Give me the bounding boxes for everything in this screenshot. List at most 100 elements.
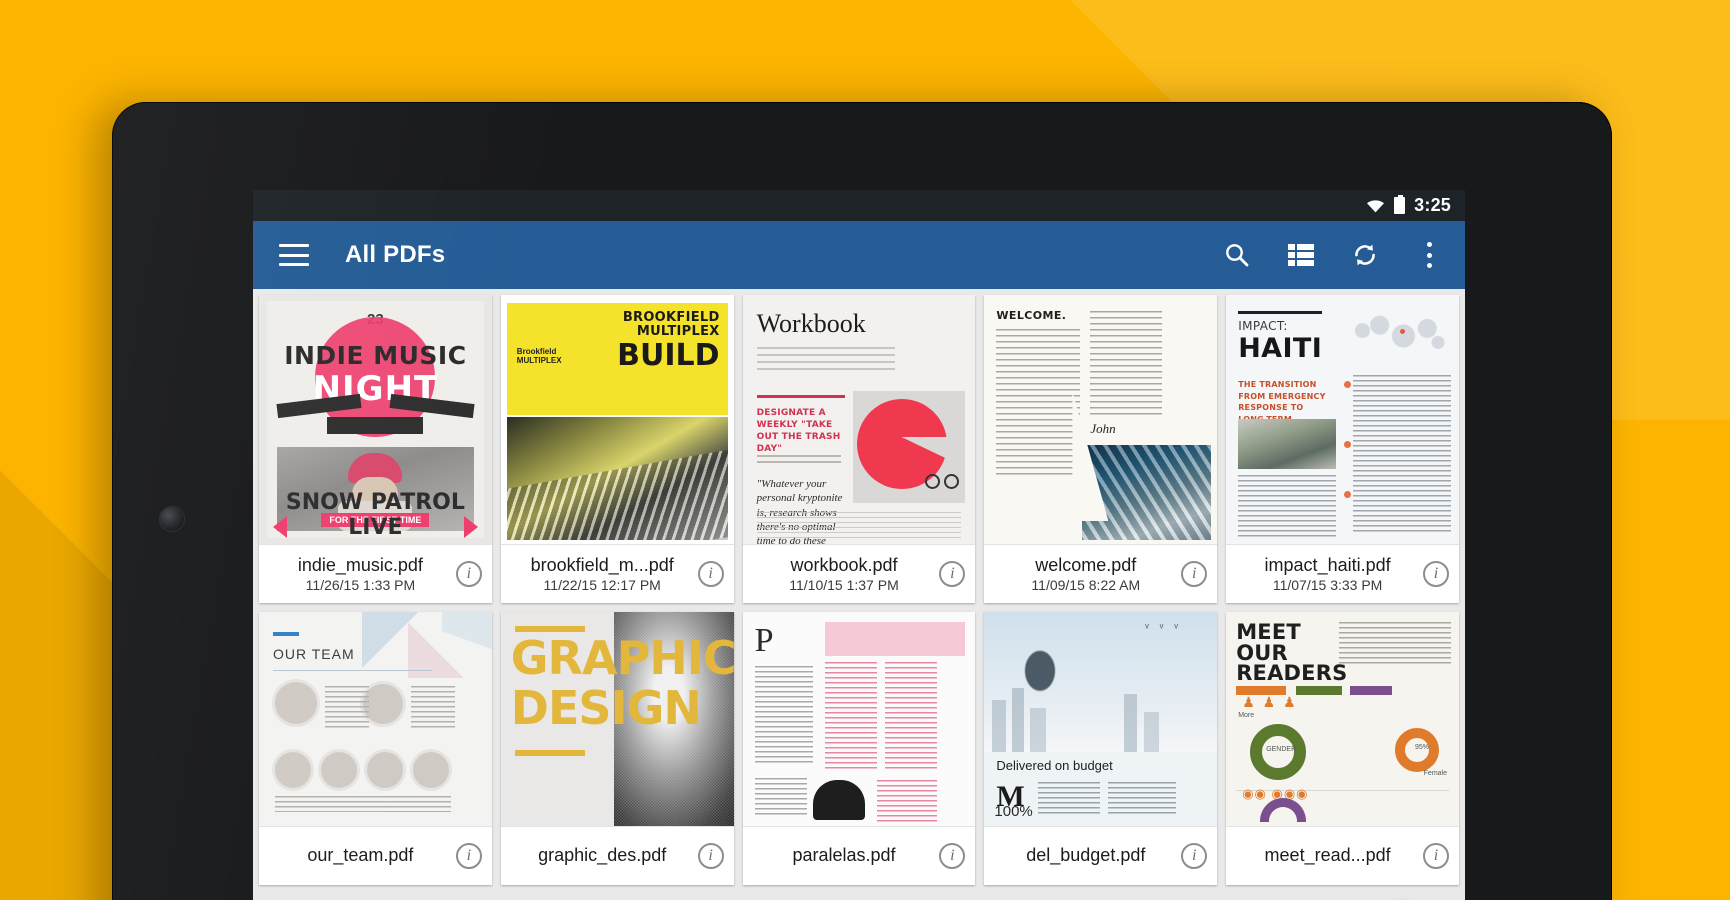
document-caption: graphic_des.pdf i bbox=[501, 827, 734, 885]
app-bar: All PDFs bbox=[253, 221, 1465, 289]
thumb-text: More bbox=[1238, 712, 1255, 719]
thumb-text: 100% bbox=[994, 803, 1033, 820]
document-caption: brookfield_m...pdf 11/22/15 12:17 PM i bbox=[501, 545, 734, 603]
document-date: 11/07/15 3:33 PM bbox=[1272, 576, 1383, 593]
thumb-text: MULTIPLEX bbox=[516, 356, 562, 366]
document-name: impact_haiti.pdf bbox=[1264, 555, 1391, 576]
document-thumbnail[interactable]: ᵛ ᵛ ᵛ Delivered on budget M 100% bbox=[984, 612, 1218, 827]
document-card[interactable]: Workbook DESIGNATE A WEEKLY "TAKE OUT TH… bbox=[742, 295, 976, 603]
info-icon[interactable]: i bbox=[697, 843, 724, 869]
info-icon[interactable]: i bbox=[1181, 561, 1208, 587]
document-name: workbook.pdf bbox=[790, 555, 898, 576]
document-caption: del_budget.pdf i bbox=[984, 827, 1217, 885]
tablet-device-frame: 3:25 All PDFs INDIE MUSIC NIGHT FOR THE … bbox=[112, 102, 1612, 900]
document-name: graphic_des.pdf bbox=[538, 845, 667, 866]
thumb-text: P bbox=[754, 622, 774, 659]
thumb-text: DESIGNATE A WEEKLY "TAKE OUT THE TRASH D… bbox=[756, 408, 841, 455]
thumb-text: 95% bbox=[1414, 744, 1429, 751]
document-caption: impact_haiti.pdf 11/07/15 3:33 PM i bbox=[1226, 545, 1459, 603]
document-card[interactable]: IMPACT: HAITI THE TRANSITION FROM EMERGE… bbox=[1226, 295, 1459, 603]
document-thumbnail[interactable]: OUR TEAM bbox=[259, 612, 492, 827]
thumb-text: Brookfield bbox=[516, 347, 557, 356]
document-caption: workbook.pdf 11/10/15 1:37 PM i bbox=[743, 545, 976, 603]
info-icon[interactable]: i bbox=[1423, 561, 1449, 587]
document-card[interactable]: WELCOME. John welcome.pdf 11/09/15 8:22 … bbox=[984, 295, 1218, 603]
document-date: 11/10/15 1:37 PM bbox=[789, 576, 899, 593]
thumb-text: BUILD bbox=[617, 338, 720, 374]
document-date: 11/26/15 1:33 PM bbox=[305, 576, 416, 593]
document-grid-row-2: OUR TEAM our_team.pdf i GRAPHIC DESIGN g… bbox=[259, 612, 1459, 885]
document-thumbnail[interactable]: WELCOME. John bbox=[984, 295, 1218, 545]
document-name: welcome.pdf bbox=[1035, 555, 1137, 576]
status-bar-clock: 3:25 bbox=[1414, 195, 1451, 215]
device-screen: 3:25 All PDFs INDIE MUSIC NIGHT FOR THE … bbox=[253, 190, 1465, 900]
document-caption: indie_music.pdf 11/26/15 1:33 PM i bbox=[259, 545, 492, 603]
thumb-text: HAITI bbox=[1238, 333, 1323, 364]
status-bar: 3:25 bbox=[253, 190, 1465, 221]
thumb-text: GENDER bbox=[1266, 746, 1297, 753]
document-card[interactable]: P paralelas.pdf i bbox=[742, 612, 976, 885]
thumb-decoration: ᵛ ᵛ ᵛ bbox=[1145, 622, 1182, 634]
battery-icon bbox=[1394, 195, 1406, 214]
document-card[interactable]: MEET OUR READERS ♟ ♟ ♟ GENDER 95% Female… bbox=[1226, 612, 1459, 885]
document-name: del_budget.pdf bbox=[1026, 845, 1146, 866]
document-date: 11/22/15 12:17 PM bbox=[543, 576, 661, 593]
thumb-text: SNOW PATROL LIVE bbox=[285, 490, 465, 540]
thumb-text: GRAPHIC bbox=[510, 631, 734, 685]
document-thumbnail[interactable]: MEET OUR READERS ♟ ♟ ♟ GENDER 95% Female… bbox=[1226, 612, 1459, 827]
thumb-text: BROOKFIELD bbox=[622, 310, 720, 325]
document-thumbnail[interactable]: GRAPHIC DESIGN bbox=[500, 612, 734, 827]
app-bar-actions bbox=[1223, 241, 1443, 269]
thumb-text: MEET bbox=[1236, 620, 1301, 644]
document-caption: meet_read...pdf i bbox=[1226, 827, 1459, 885]
thumb-text: MULTIPLEX bbox=[636, 323, 720, 339]
thumb-text: INDIE MUSIC bbox=[284, 341, 467, 370]
thumb-text: OUR TEAM bbox=[273, 646, 355, 662]
thumb-text: DESIGN bbox=[510, 681, 702, 735]
document-name: paralelas.pdf bbox=[792, 845, 896, 866]
document-card[interactable]: ᵛ ᵛ ᵛ Delivered on budget M 100% del_bud… bbox=[984, 612, 1218, 885]
search-icon[interactable] bbox=[1223, 241, 1251, 269]
document-thumbnail[interactable]: BROOKFIELD MULTIPLEX BUILD Brookfield MU… bbox=[500, 295, 734, 545]
sync-icon[interactable] bbox=[1351, 241, 1379, 269]
info-icon[interactable]: i bbox=[1423, 843, 1449, 869]
document-name: brookfield_m...pdf bbox=[530, 555, 674, 576]
document-caption: welcome.pdf 11/09/15 8:22 AM i bbox=[984, 545, 1217, 603]
document-date: 11/09/15 8:22 AM bbox=[1031, 576, 1141, 593]
page-title: All PDFs bbox=[345, 241, 446, 268]
thumb-text: Workbook bbox=[756, 309, 866, 338]
document-name: our_team.pdf bbox=[307, 845, 414, 866]
document-card[interactable]: 23 INDIE MUSIC NIGHT FOR THE FIRST TIME … bbox=[259, 295, 492, 603]
document-grid-container: 23 INDIE MUSIC NIGHT FOR THE FIRST TIME … bbox=[253, 289, 1465, 900]
wifi-icon bbox=[1366, 199, 1385, 213]
thumb-text: WELCOME. bbox=[996, 309, 1067, 322]
document-thumbnail[interactable]: Workbook DESIGNATE A WEEKLY "TAKE OUT TH… bbox=[742, 295, 976, 545]
list-view-icon[interactable] bbox=[1287, 241, 1315, 269]
document-name: meet_read...pdf bbox=[1264, 845, 1391, 866]
document-caption: our_team.pdf i bbox=[259, 827, 492, 885]
document-caption: paralelas.pdf i bbox=[743, 827, 976, 885]
thumb-text: OUR bbox=[1236, 640, 1288, 665]
document-card[interactable]: OUR TEAM our_team.pdf i bbox=[259, 612, 492, 885]
thumb-text: Delivered on budget bbox=[996, 758, 1113, 773]
thumb-text: John bbox=[1090, 421, 1116, 436]
document-thumbnail[interactable]: P bbox=[742, 612, 976, 827]
info-icon[interactable]: i bbox=[1181, 843, 1208, 869]
info-icon[interactable]: i bbox=[697, 561, 724, 587]
info-icon[interactable]: i bbox=[455, 843, 482, 869]
info-icon[interactable]: i bbox=[939, 843, 966, 869]
document-card[interactable]: BROOKFIELD MULTIPLEX BUILD Brookfield MU… bbox=[500, 295, 734, 603]
thumb-text: READERS bbox=[1236, 661, 1348, 686]
overflow-menu-icon[interactable] bbox=[1415, 241, 1443, 269]
document-grid-row-1: 23 INDIE MUSIC NIGHT FOR THE FIRST TIME … bbox=[259, 295, 1459, 603]
document-name: indie_music.pdf bbox=[297, 555, 423, 576]
document-thumbnail[interactable]: IMPACT: HAITI THE TRANSITION FROM EMERGE… bbox=[1226, 295, 1459, 545]
document-card[interactable]: GRAPHIC DESIGN graphic_des.pdf i bbox=[500, 612, 734, 885]
hamburger-menu-icon[interactable] bbox=[279, 244, 309, 266]
document-thumbnail[interactable]: 23 INDIE MUSIC NIGHT FOR THE FIRST TIME … bbox=[259, 295, 492, 545]
thumb-text: Female bbox=[1423, 770, 1447, 777]
info-icon[interactable]: i bbox=[939, 561, 966, 587]
front-camera bbox=[160, 507, 184, 531]
info-icon[interactable]: i bbox=[455, 561, 482, 587]
thumb-text: IMPACT: bbox=[1238, 319, 1288, 333]
